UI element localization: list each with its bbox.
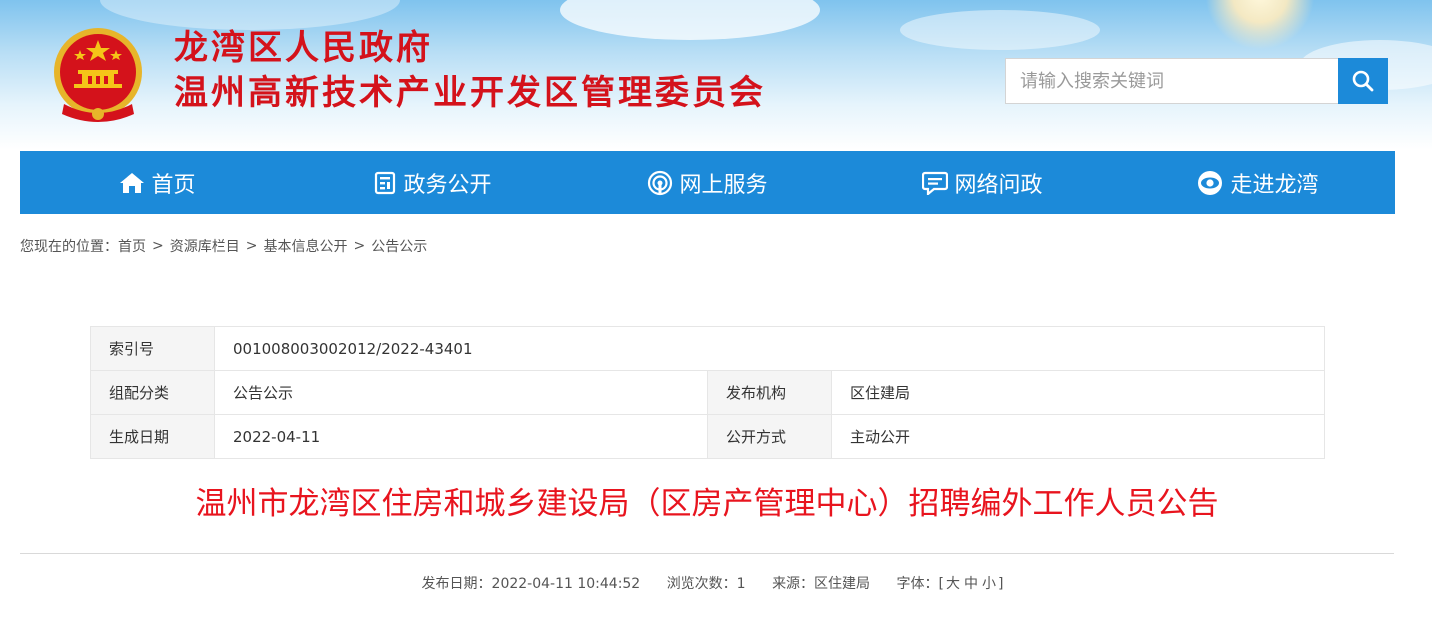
nav-item-label: 政务公开 xyxy=(403,172,492,198)
nav-item-label: 网络问政 xyxy=(954,172,1043,198)
category-label: 组配分类 xyxy=(90,370,215,415)
national-emblem-icon[interactable] xyxy=(50,26,146,128)
breadcrumb-prefix: 您现在的位置： xyxy=(20,239,118,255)
breadcrumb-link-home[interactable]: 首页 xyxy=(118,236,146,256)
site-title[interactable]: 龙湾区人民政府 温州高新技术产业开发区管理委员会 xyxy=(174,28,766,114)
nav-item-online-inquiry[interactable]: 网络问政 xyxy=(845,151,1120,214)
search-icon xyxy=(1352,70,1374,92)
font-large-button[interactable]: 大 xyxy=(946,576,960,592)
site-title-line2: 温州高新技术产业开发区管理委员会 xyxy=(174,72,766,113)
table-row: 索引号 001008003002012/2022-43401 xyxy=(90,326,1325,371)
nav-item-label: 走进龙湾 xyxy=(1230,172,1319,198)
broadcast-icon xyxy=(648,170,673,195)
font-size-close: ] xyxy=(997,576,1004,592)
publisher-value: 区住建局 xyxy=(831,370,1325,415)
date-label: 生成日期 xyxy=(90,414,215,459)
info-table: 索引号 001008003002012/2022-43401 组配分类 公告公示… xyxy=(90,326,1325,459)
main-nav: 首页 政务公开 网上服务 网络问政 走进龙湾 xyxy=(20,151,1395,214)
breadcrumb-separator: > xyxy=(245,238,258,254)
breadcrumb-link-resource[interactable]: 资源库栏目 xyxy=(170,236,240,256)
search-box xyxy=(1005,58,1388,104)
eye-icon xyxy=(1198,170,1223,195)
method-label: 公开方式 xyxy=(707,414,832,459)
nav-item-about-longwan[interactable]: 走进龙湾 xyxy=(1120,151,1395,214)
view-count: 浏览次数：1 xyxy=(666,576,746,592)
sun-decoration xyxy=(1205,0,1315,50)
nav-item-label: 首页 xyxy=(151,172,196,198)
divider xyxy=(20,553,1394,554)
nav-item-home[interactable]: 首页 xyxy=(20,151,295,214)
article-source: 来源：区住建局 xyxy=(772,576,871,592)
table-row: 组配分类 公告公示 发布机构 区住建局 xyxy=(90,370,1325,415)
search-input[interactable] xyxy=(1005,58,1338,104)
breadcrumb-link-notice[interactable]: 公告公示 xyxy=(371,236,427,256)
nav-item-gov-affairs[interactable]: 政务公开 xyxy=(295,151,570,214)
index-label: 索引号 xyxy=(90,326,215,371)
breadcrumb-separator: > xyxy=(353,238,366,254)
font-medium-button[interactable]: 中 xyxy=(964,576,978,592)
category-value: 公告公示 xyxy=(214,370,708,415)
search-button[interactable] xyxy=(1338,58,1388,104)
breadcrumb-separator: > xyxy=(152,238,164,254)
font-size-control: 字体：[大中小] xyxy=(897,576,1004,592)
cloud-decoration xyxy=(900,10,1100,50)
document-icon xyxy=(375,171,396,194)
date-value: 2022-04-11 xyxy=(214,414,708,459)
font-size-label: 字体：[ xyxy=(896,576,944,592)
index-value: 001008003002012/2022-43401 xyxy=(214,326,1325,371)
article-title: 温州市龙湾区住房和城乡建设局（区房产管理中心）招聘编外工作人员公告 xyxy=(195,486,1219,522)
breadcrumb-link-basic-info[interactable]: 基本信息公开 xyxy=(263,236,347,256)
home-icon xyxy=(120,172,145,193)
nav-item-label: 网上服务 xyxy=(679,172,768,198)
article-meta: 发布日期：2022-04-11 10:44:52 浏览次数：1 来源：区住建局 … xyxy=(0,573,1414,593)
table-row: 生成日期 2022-04-11 公开方式 主动公开 xyxy=(90,414,1325,459)
nav-item-online-service[interactable]: 网上服务 xyxy=(570,151,845,214)
font-small-button[interactable]: 小 xyxy=(982,576,996,592)
chat-icon xyxy=(922,171,949,195)
method-value: 主动公开 xyxy=(831,414,1325,459)
site-title-line1: 龙湾区人民政府 xyxy=(174,28,433,68)
publish-date: 发布日期：2022-04-11 10:44:52 xyxy=(421,576,641,592)
publisher-label: 发布机构 xyxy=(707,370,832,415)
breadcrumb: 您现在的位置： 首页 > 资源库栏目 > 基本信息公开 > 公告公示 xyxy=(20,236,427,256)
